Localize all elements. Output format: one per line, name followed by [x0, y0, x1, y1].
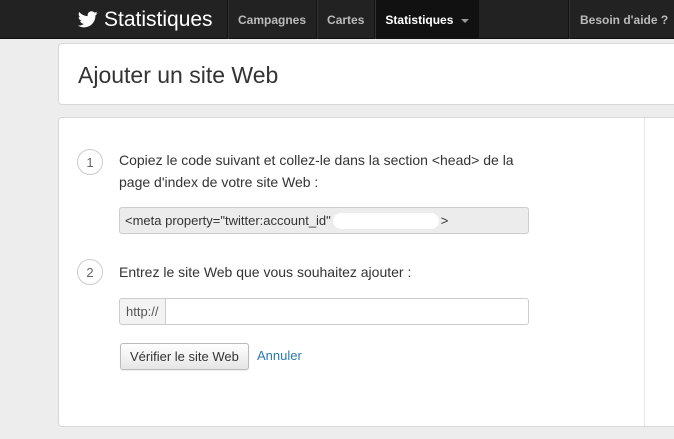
brand-name: Statistiques: [104, 7, 213, 31]
step-2-instructions: Entrez le site Web que vous souhaitez aj…: [119, 264, 412, 280]
nav-item-statistiques[interactable]: Statistiques: [374, 0, 480, 39]
step-number-1: 1: [77, 149, 103, 175]
page-header: Ajouter un site Web: [58, 43, 674, 105]
brand-logo[interactable]: Statistiques: [78, 0, 213, 39]
verify-website-button[interactable]: Vérifier le site Web: [120, 343, 249, 370]
help-link[interactable]: Besoin d'aide ?: [568, 0, 674, 39]
twitter-bird-icon: [78, 11, 98, 28]
nav-label: Statistiques: [385, 12, 454, 27]
nav-label: Campagnes: [238, 12, 307, 27]
step-number-2: 2: [77, 259, 103, 285]
help-label: Besoin d'aide ?: [580, 12, 669, 27]
step-1-instructions: Copiez le code suivant et collez-le dans…: [119, 149, 514, 193]
divider: [644, 118, 645, 426]
top-navbar: Statistiques Campagnes Cartes Statistiqu…: [0, 0, 674, 39]
page-title: Ajouter un site Web: [78, 62, 279, 88]
redacted-account-id: [332, 212, 439, 229]
nav-label: Cartes: [327, 12, 365, 27]
meta-code-snippet[interactable]: <meta property="twitter:account_id" >: [119, 207, 529, 234]
code-start: <meta property="twitter:account_id": [125, 213, 331, 228]
chevron-down-icon: [461, 18, 470, 23]
step-1-line-1: Copiez le code suivant et collez-le dans…: [119, 152, 514, 168]
nav-item-campagnes[interactable]: Campagnes: [227, 0, 316, 39]
url-input-group: http://: [119, 298, 529, 325]
cancel-link[interactable]: Annuler: [257, 348, 302, 363]
url-prefix: http://: [119, 298, 165, 325]
step-1-line-2: page d'index de votre site Web :: [119, 174, 319, 190]
main-nav: Campagnes Cartes Statistiques: [227, 0, 480, 39]
website-url-input[interactable]: [164, 298, 529, 325]
code-end: >: [440, 213, 449, 228]
add-website-form: 1 Copiez le code suivant et collez-le da…: [58, 117, 674, 427]
nav-item-cartes[interactable]: Cartes: [316, 0, 374, 39]
